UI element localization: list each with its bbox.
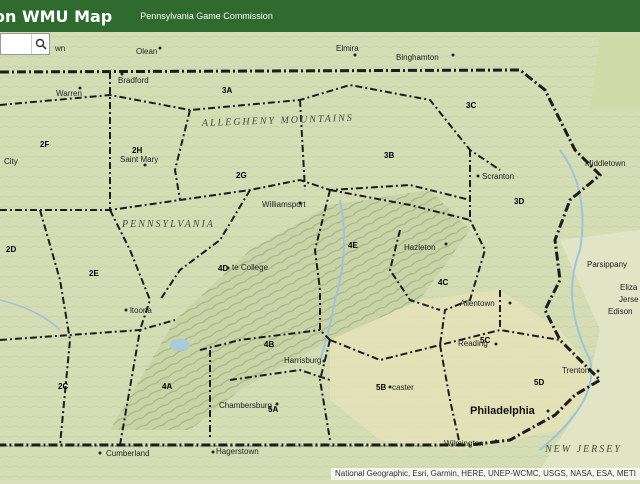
city-scranton: Scranton — [482, 172, 514, 181]
city-saint-marys: Saint Mary — [120, 155, 158, 164]
wmu-2d: 2D — [6, 245, 16, 254]
map-attribution: National Geographic, Esri, Garmin, HERE,… — [331, 468, 640, 480]
wmu-4a: 4A — [162, 382, 172, 391]
city-binghamton: Binghamton — [396, 53, 439, 62]
city-bradford: Bradford — [118, 76, 149, 85]
wmu-5d: 5D — [534, 378, 544, 387]
city-hagerstown: Hagerstown — [216, 447, 259, 456]
city-middletown: Middletown — [585, 159, 625, 168]
new-jersey-label: NEW JERSEY — [544, 444, 622, 455]
city-harrisburg: Harrisburg — [284, 356, 321, 365]
city-wn: wn — [54, 44, 65, 53]
city-chambersburg: Chambersburg — [219, 401, 272, 410]
search-icon — [35, 38, 47, 50]
wmu-3b: 3B — [384, 151, 394, 160]
wmu-2h: 2H — [132, 146, 142, 155]
city-trenton: Trenton — [562, 366, 589, 375]
city-wilmington: Wilmington — [444, 439, 484, 448]
app-title: on WMU Map — [0, 6, 113, 26]
city-philadelphia: Philadelphia — [470, 405, 536, 417]
wmu-3d: 3D — [514, 197, 524, 206]
app-header: on WMU Map Pennsylvania Game Commission — [0, 0, 640, 32]
map-canvas[interactable]: ALLEGHENY MOUNTAINS PENNSYLVANIA NEW JER… — [0, 32, 640, 480]
wmu-2f: 2F — [40, 140, 49, 149]
city-allentown: Allentown — [460, 299, 495, 308]
wmu-5b: 5B — [376, 383, 386, 392]
map-view[interactable]: ALLEGHENY MOUNTAINS PENNSYLVANIA NEW JER… — [0, 32, 640, 480]
wmu-2c: 2C — [58, 382, 68, 391]
city-cumberland: Cumberland — [106, 449, 150, 458]
wmu-4c: 4C — [438, 278, 448, 287]
lake — [170, 339, 190, 351]
city-jersey: Jerse — [619, 295, 639, 304]
city-lancaster: caster — [392, 383, 414, 392]
city-hazleton: Hazleton — [404, 243, 436, 252]
city-parsippany: Parsippany — [587, 260, 627, 269]
wmu-3a: 3A — [222, 86, 232, 95]
app-subtitle: Pennsylvania Game Commission — [140, 11, 273, 21]
wmu-3c: 3C — [466, 101, 476, 110]
pennsylvania-label: PENNSYLVANIA — [121, 219, 215, 230]
city-elizabeth: Eliza — [620, 283, 638, 292]
wmu-4b: 4B — [264, 340, 274, 349]
city-edison: Edison — [608, 307, 632, 316]
city-warren: Warren — [56, 89, 82, 98]
city-altoona: ltoona — [130, 306, 152, 315]
search-box — [0, 33, 50, 55]
search-input[interactable] — [1, 34, 31, 54]
city-elmira: Elmira — [336, 44, 359, 53]
wmu-2e: 2E — [89, 269, 99, 278]
city-olean: Olean — [136, 47, 157, 56]
city-state-college: te College — [232, 263, 269, 272]
search-button[interactable] — [31, 34, 49, 54]
city-williamsport: Williamsport — [262, 200, 306, 209]
city-city: City — [4, 157, 18, 166]
wmu-4e: 4E — [348, 241, 358, 250]
wmu-2g: 2G — [236, 171, 247, 180]
city-reading: Reading — [458, 339, 488, 348]
